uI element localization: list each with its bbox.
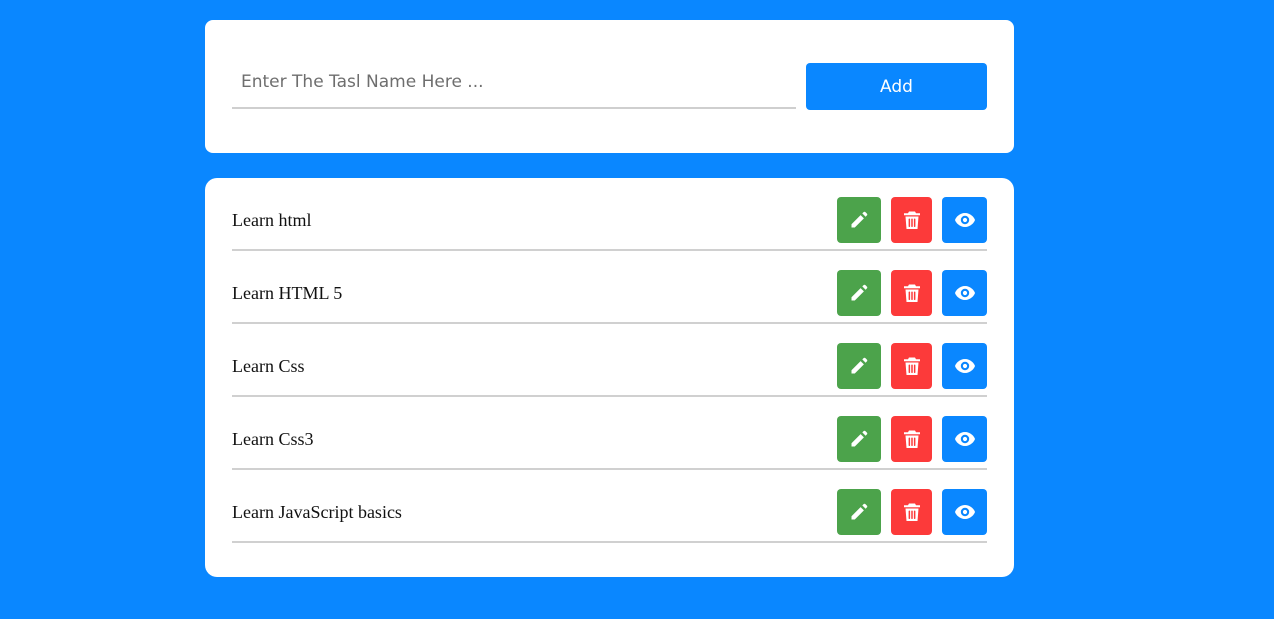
eye-icon <box>954 504 976 520</box>
task-actions <box>837 343 987 389</box>
task-actions <box>837 197 987 243</box>
task-list-card: Learn html Learn HTML 5 Learn Css Learn … <box>205 178 1014 577</box>
edit-button[interactable] <box>837 343 881 389</box>
edit-button[interactable] <box>837 197 881 243</box>
task-item: Learn Css <box>232 324 987 397</box>
view-button[interactable] <box>942 416 987 462</box>
eye-icon <box>954 285 976 301</box>
edit-button[interactable] <box>837 270 881 316</box>
trash-icon <box>903 356 921 376</box>
task-label: Learn HTML 5 <box>232 283 343 303</box>
pencil-icon <box>849 356 869 376</box>
task-label: Learn Css <box>232 356 305 376</box>
delete-button[interactable] <box>891 489 932 535</box>
task-label: Learn Css3 <box>232 429 314 449</box>
task-item: Learn HTML 5 <box>232 251 987 324</box>
task-item: Learn JavaScript basics <box>232 470 987 543</box>
eye-icon <box>954 358 976 374</box>
pencil-icon <box>849 429 869 449</box>
pencil-icon <box>849 502 869 522</box>
trash-icon <box>903 210 921 230</box>
pencil-icon <box>849 210 869 230</box>
trash-icon <box>903 429 921 449</box>
delete-button[interactable] <box>891 270 932 316</box>
task-item: Learn html <box>232 178 987 251</box>
delete-button[interactable] <box>891 416 932 462</box>
task-actions <box>837 416 987 462</box>
task-actions <box>837 270 987 316</box>
view-button[interactable] <box>942 270 987 316</box>
task-label: Learn html <box>232 210 312 230</box>
delete-button[interactable] <box>891 197 932 243</box>
view-button[interactable] <box>942 343 987 389</box>
add-button[interactable]: Add <box>806 63 987 110</box>
trash-icon <box>903 502 921 522</box>
task-label: Learn JavaScript basics <box>232 502 402 522</box>
task-name-input[interactable] <box>232 56 796 109</box>
eye-icon <box>954 431 976 447</box>
task-item: Learn Css3 <box>232 397 987 470</box>
view-button[interactable] <box>942 489 987 535</box>
trash-icon <box>903 283 921 303</box>
eye-icon <box>954 212 976 228</box>
edit-button[interactable] <box>837 489 881 535</box>
task-actions <box>837 489 987 535</box>
delete-button[interactable] <box>891 343 932 389</box>
add-task-card: Add <box>205 20 1014 153</box>
view-button[interactable] <box>942 197 987 243</box>
pencil-icon <box>849 283 869 303</box>
task-list: Learn html Learn HTML 5 Learn Css Learn … <box>232 178 987 543</box>
edit-button[interactable] <box>837 416 881 462</box>
